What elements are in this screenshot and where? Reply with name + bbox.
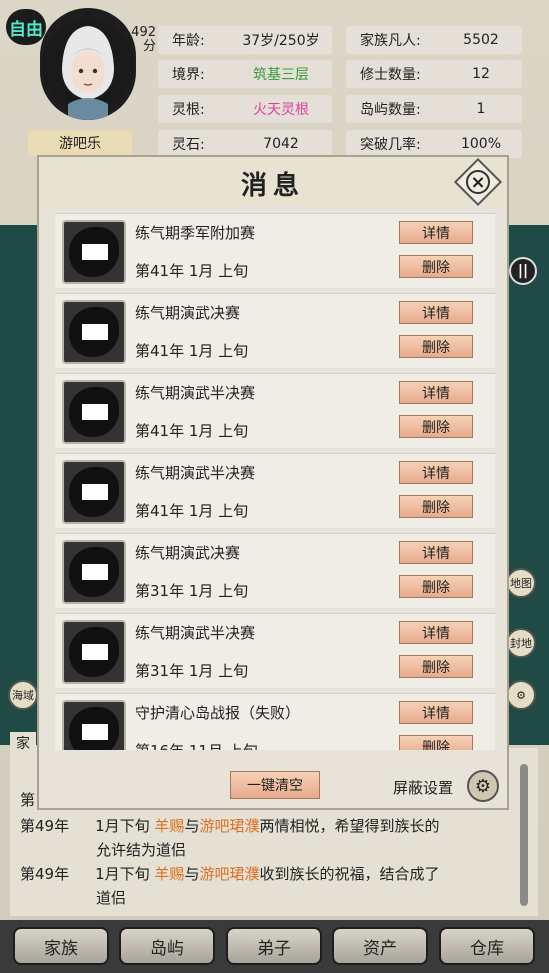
message-item: 守护清心岛战报（失败） 第16年 11月 上旬 详情 删除 [55, 693, 495, 750]
message-item: 练气期演武半决赛 第41年 1月 上旬 详情 删除 [55, 453, 495, 528]
message-date: 第41年 1月 上旬 [135, 502, 249, 520]
message-date: 第16年 11月 上旬 [135, 740, 258, 750]
delete-button[interactable]: 删除 [399, 735, 473, 750]
land-button[interactable]: 封地 [506, 628, 536, 658]
details-button[interactable]: 详情 [399, 381, 473, 404]
message-item: 练气期演武半决赛 第41年 1月 上旬 详情 删除 [55, 373, 495, 448]
stat-cultivator-count: 修士数量: 12 [346, 60, 522, 88]
log-text: 允许结为道侣 [96, 841, 187, 859]
message-date: 第41年 1月 上旬 [135, 262, 249, 280]
stat-age: 年龄: 37岁/250岁 [158, 26, 332, 54]
tab-islands[interactable]: 岛屿 [119, 927, 215, 965]
delete-button[interactable]: 删除 [399, 255, 473, 278]
message-date: 第31年 1月 上旬 [135, 582, 249, 600]
score-value: 492 分 [131, 25, 156, 54]
log-name: 游吧珺濮 [199, 865, 260, 883]
log-line-partial: 第 [20, 791, 36, 809]
log-conj: 与 [184, 817, 200, 835]
log-text: 道侣 [96, 889, 127, 907]
details-button[interactable]: 详情 [399, 461, 473, 484]
message-title: 练气期季军附加赛 [135, 224, 256, 242]
log-conj: 与 [184, 865, 200, 883]
log-name: 游吧珺濮 [199, 817, 260, 835]
stat-spirit-stone: 灵石: 7042 [158, 130, 332, 158]
dialog-title: 消息 [240, 171, 305, 201]
message-title: 练气期演武半决赛 [135, 464, 256, 482]
right-panel-edge [503, 225, 549, 745]
stat-realm: 境界: 筑基三层 [158, 60, 332, 88]
message-item: 练气期季军附加赛 第41年 1月 上旬 详情 删除 [55, 213, 495, 288]
free-mode-badge[interactable]: 自由 [6, 9, 46, 45]
message-date: 第31年 1月 上旬 [135, 662, 249, 680]
message-title: 守护清心岛战报（失败） [135, 704, 301, 722]
mail-icon [62, 540, 126, 604]
avatar-portrait-icon [42, 20, 134, 120]
details-button[interactable]: 详情 [399, 301, 473, 324]
log-text: 两情相悦，希望得到族长的 [259, 817, 440, 835]
mail-icon [62, 700, 126, 750]
message-title: 练气期演武半决赛 [135, 384, 256, 402]
player-name[interactable]: 游吧乐 [28, 130, 132, 156]
message-item: 练气期演武决赛 第41年 1月 上旬 详情 删除 [55, 293, 495, 368]
block-settings-gear-icon[interactable]: ⚙ [467, 770, 499, 802]
message-title: 练气期演武半决赛 [135, 624, 256, 642]
pause-icon[interactable]: || [509, 257, 537, 285]
tab-family[interactable]: 家族 [13, 927, 109, 965]
delete-button[interactable]: 删除 [399, 415, 473, 438]
log-text: 收到族长的祝福，结合成了 [259, 865, 440, 883]
message-date: 第41年 1月 上旬 [135, 422, 249, 440]
delete-button[interactable]: 删除 [399, 655, 473, 678]
log-name: 羊赐 [154, 817, 185, 835]
details-button[interactable]: 详情 [399, 701, 473, 724]
player-avatar[interactable] [40, 8, 136, 120]
message-title: 练气期演武决赛 [135, 544, 241, 562]
mail-icon [62, 620, 126, 684]
clear-all-button[interactable]: 一键清空 [230, 771, 320, 799]
stat-spirit-root: 灵根: 火天灵根 [158, 95, 332, 123]
map-label: 地图 [510, 577, 532, 590]
tab-assets[interactable]: 资产 [332, 927, 428, 965]
sea-label: 海域 [12, 689, 34, 702]
delete-button[interactable]: 删除 [399, 575, 473, 598]
details-button[interactable]: 详情 [399, 621, 473, 644]
log-time: 1月下旬 [95, 817, 150, 835]
log-time: 1月下旬 [95, 865, 150, 883]
details-button[interactable]: 详情 [399, 541, 473, 564]
log-year: 第49年 [20, 865, 70, 883]
mail-icon [62, 220, 126, 284]
left-panel-edge [0, 225, 38, 745]
settings-gear-icon[interactable]: ⚙ [506, 680, 536, 710]
mail-icon [62, 380, 126, 444]
message-title: 练气期演武决赛 [135, 304, 241, 322]
land-label: 封地 [510, 637, 532, 650]
delete-button[interactable]: 删除 [399, 335, 473, 358]
log-scrollbar[interactable] [520, 764, 528, 906]
log-entry: 第49年 1月下旬 羊赐与游吧珺濮收到族长的祝福，结合成了 道侣 [20, 862, 439, 910]
tab-disciples[interactable]: 弟子 [226, 927, 322, 965]
sea-button[interactable]: 海域 [8, 680, 38, 710]
stat-family-mortals: 家族凡人: 5502 [346, 26, 522, 54]
log-name: 羊赐 [154, 865, 185, 883]
message-list[interactable]: 练气期季军附加赛 第41年 1月 上旬 详情 删除 练气期演武决赛 第41年 1… [51, 205, 495, 750]
block-settings-label[interactable]: 屏蔽设置 [393, 777, 453, 798]
mail-icon [62, 460, 126, 524]
message-item: 练气期演武决赛 第31年 1月 上旬 详情 删除 [55, 533, 495, 608]
details-button[interactable]: 详情 [399, 221, 473, 244]
message-dialog: 消息 × 练气期季军附加赛 第41年 1月 上旬 详情 删除 练气期演武决赛 第… [37, 155, 509, 810]
message-item: 练气期演武半决赛 第31年 1月 上旬 详情 删除 [55, 613, 495, 688]
tab-warehouse[interactable]: 仓库 [439, 927, 535, 965]
log-entry: 第49年 1月下旬 羊赐与游吧珺濮两情相悦，希望得到族长的 允许结为道侣 [20, 814, 439, 862]
message-date: 第41年 1月 上旬 [135, 342, 249, 360]
delete-button[interactable]: 删除 [399, 495, 473, 518]
log-year: 第49年 [20, 817, 70, 835]
log-tab-family[interactable]: 家 [10, 732, 36, 754]
close-icon: × [466, 170, 490, 194]
stat-breakthrough-rate: 突破几率: 100% [346, 130, 522, 158]
map-button[interactable]: 地图 [506, 568, 536, 598]
stat-island-count: 岛屿数量: 1 [346, 95, 522, 123]
mail-icon [62, 300, 126, 364]
